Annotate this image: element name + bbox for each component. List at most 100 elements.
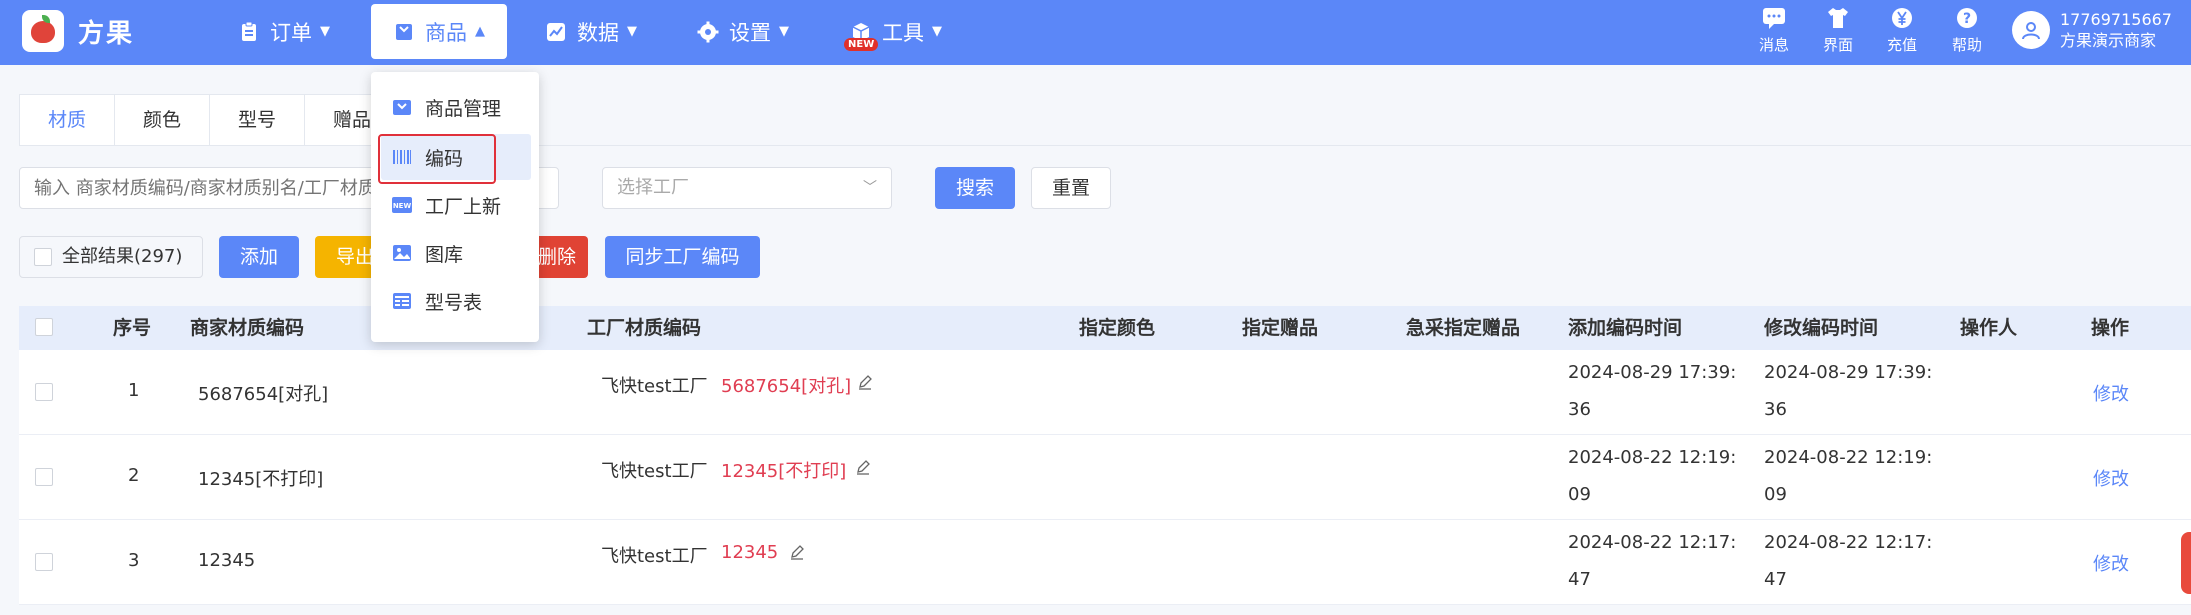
theme-button[interactable]: 界面 (1813, 6, 1863, 55)
reset-button[interactable]: 重置 (1031, 167, 1111, 209)
theme-label: 界面 (1822, 36, 1853, 54)
col-created-time: 添加编码时间 (1568, 317, 1683, 339)
menu-item-label: 图库 (425, 243, 464, 266)
edit-icon[interactable] (789, 544, 805, 560)
side-float-tab[interactable] (2181, 532, 2191, 594)
svg-text:NEW: NEW (393, 202, 412, 210)
brand-logo[interactable]: 方果 (22, 10, 134, 52)
divider (19, 145, 2191, 146)
nav-products-label: 商品 (425, 20, 467, 45)
caret-up-icon: ▲ (475, 24, 485, 39)
help-button[interactable]: ? 帮助 (1942, 6, 1992, 55)
tab-material[interactable]: 材质 (20, 95, 116, 145)
select-all-checkbox[interactable] (35, 318, 53, 336)
sync-factory-code-button[interactable]: 同步工厂编码 (605, 236, 760, 278)
row-modified-time: 2024-08-22 12:17: 47 (1764, 532, 1933, 590)
menu-item-model-table[interactable]: 型号表 (381, 278, 531, 324)
menu-item-label: 型号表 (425, 291, 483, 314)
help-icon: ? (1957, 8, 1977, 28)
table-row: 1 5687654[对孔] 飞快test工厂 5687654[对孔] 2024-… (19, 350, 2191, 435)
row-checkbox[interactable] (35, 468, 53, 486)
messages-button[interactable]: 消息 (1749, 6, 1799, 55)
nav-tools[interactable]: NEW 工具 ▼ (844, 4, 942, 59)
caret-down-icon: ▼ (627, 24, 637, 39)
all-results-label: 全部结果(297) (62, 246, 183, 267)
nav-settings-label: 设置 (729, 20, 771, 45)
row-created-time: 2024-08-29 17:39: 36 (1568, 362, 1737, 420)
row-checkbox[interactable] (35, 383, 53, 401)
apple-logo-icon (22, 10, 64, 52)
svg-text:?: ? (1963, 11, 1971, 27)
yen-icon (1892, 8, 1912, 28)
nav-orders[interactable]: 订单 ▼ (238, 4, 330, 59)
nav-products[interactable]: 商品 ▲ (371, 4, 507, 59)
row-factory-code[interactable]: 12345 (721, 542, 778, 563)
menu-item-gallery[interactable]: 图库 (381, 230, 531, 276)
chart-icon (547, 22, 565, 41)
nav-tools-label: 工具 (882, 20, 924, 45)
col-index: 序号 (113, 317, 152, 339)
brand-name: 方果 (78, 18, 135, 49)
factory-select[interactable]: 选择工厂 ﹀ (602, 167, 892, 209)
caret-down-icon: ▼ (320, 24, 330, 39)
row-factory-name: 飞快test工厂 (601, 461, 708, 482)
col-action: 操作 (2091, 317, 2130, 339)
chevron-down-icon: ﹀ (863, 180, 877, 196)
col-color: 指定颜色 (1079, 317, 1156, 339)
all-results-checkbox[interactable]: 全部结果(297) (19, 236, 203, 278)
row-checkbox[interactable] (35, 553, 53, 571)
gear-icon (697, 21, 719, 42)
row-factory-code[interactable]: 12345[不打印] (721, 457, 846, 483)
table-icon (393, 293, 411, 309)
table-row: 2 12345[不打印] 飞快test工厂 12345[不打印] 2024-08… (19, 435, 2191, 520)
image-icon (393, 245, 411, 261)
table-header: 序号 商家材质编码 工厂材质编码 指定颜色 指定赠品 急采指定赠品 添加编码时间… (19, 306, 2191, 350)
menu-item-product-management[interactable]: 商品管理 (381, 84, 531, 130)
new-icon: NEW (392, 197, 412, 213)
tab-color[interactable]: 颜色 (115, 95, 211, 145)
user-icon (2022, 22, 2040, 40)
col-operator: 操作人 (1960, 317, 2018, 339)
help-label: 帮助 (1951, 36, 1982, 54)
col-modified-time: 修改编码时间 (1764, 317, 1879, 339)
add-button[interactable]: 添加 (219, 236, 299, 278)
message-icon (1763, 8, 1785, 29)
nav-orders-label: 订单 (270, 20, 312, 45)
tab-model[interactable]: 型号 (210, 95, 306, 145)
caret-down-icon: ▼ (932, 24, 942, 39)
table-row: 3 12345 飞快test工厂 12345 2024-08-22 12:17:… (19, 520, 2191, 605)
row-created-time: 2024-08-22 12:17: 47 (1568, 532, 1737, 590)
row-factory-code[interactable]: 5687654[对孔] (721, 372, 851, 398)
shirt-icon (1828, 8, 1848, 28)
nav-data[interactable]: 数据 ▼ (545, 4, 637, 59)
top-navbar: 方果 订单 ▼ 商品 ▲ 数据 ▼ 设置 ▼ NEW 工具 ▼ 消息 界面 充值 (0, 0, 2191, 65)
row-index: 3 (128, 550, 140, 571)
messages-label: 消息 (1758, 36, 1789, 54)
sub-tabs: 材质 颜色 型号 赠品 (19, 94, 402, 146)
box-icon (393, 100, 411, 115)
row-created-time: 2024-08-22 12:19: 09 (1568, 447, 1737, 505)
row-factory-name: 飞快test工厂 (601, 546, 708, 567)
search-button[interactable]: 搜索 (935, 167, 1015, 209)
row-merchant-code: 12345 (198, 550, 256, 571)
box-icon (396, 23, 412, 40)
recharge-label: 充值 (1886, 36, 1917, 54)
row-edit-link[interactable]: 修改 (2093, 380, 2129, 406)
row-modified-time: 2024-08-29 17:39: 36 (1764, 362, 1933, 420)
user-menu[interactable]: 17769715667 方果演示商家 (2012, 9, 2172, 51)
new-badge: NEW (844, 38, 879, 51)
row-edit-link[interactable]: 修改 (2093, 465, 2129, 491)
checkbox[interactable] (34, 248, 52, 266)
row-edit-link[interactable]: 修改 (2093, 550, 2129, 576)
user-phone: 17769715667 (2060, 10, 2172, 29)
nav-data-label: 数据 (577, 20, 619, 45)
col-gift: 指定赠品 (1242, 317, 1319, 339)
edit-icon[interactable] (857, 374, 873, 390)
row-index: 1 (128, 380, 140, 401)
recharge-button[interactable]: 充值 (1877, 6, 1927, 55)
menu-item-factory-new[interactable]: NEW 工厂上新 (381, 182, 531, 228)
nav-settings[interactable]: 设置 ▼ (697, 4, 789, 59)
clipboard-icon (242, 21, 256, 41)
caret-down-icon: ▼ (779, 24, 789, 39)
edit-icon[interactable] (855, 459, 871, 475)
